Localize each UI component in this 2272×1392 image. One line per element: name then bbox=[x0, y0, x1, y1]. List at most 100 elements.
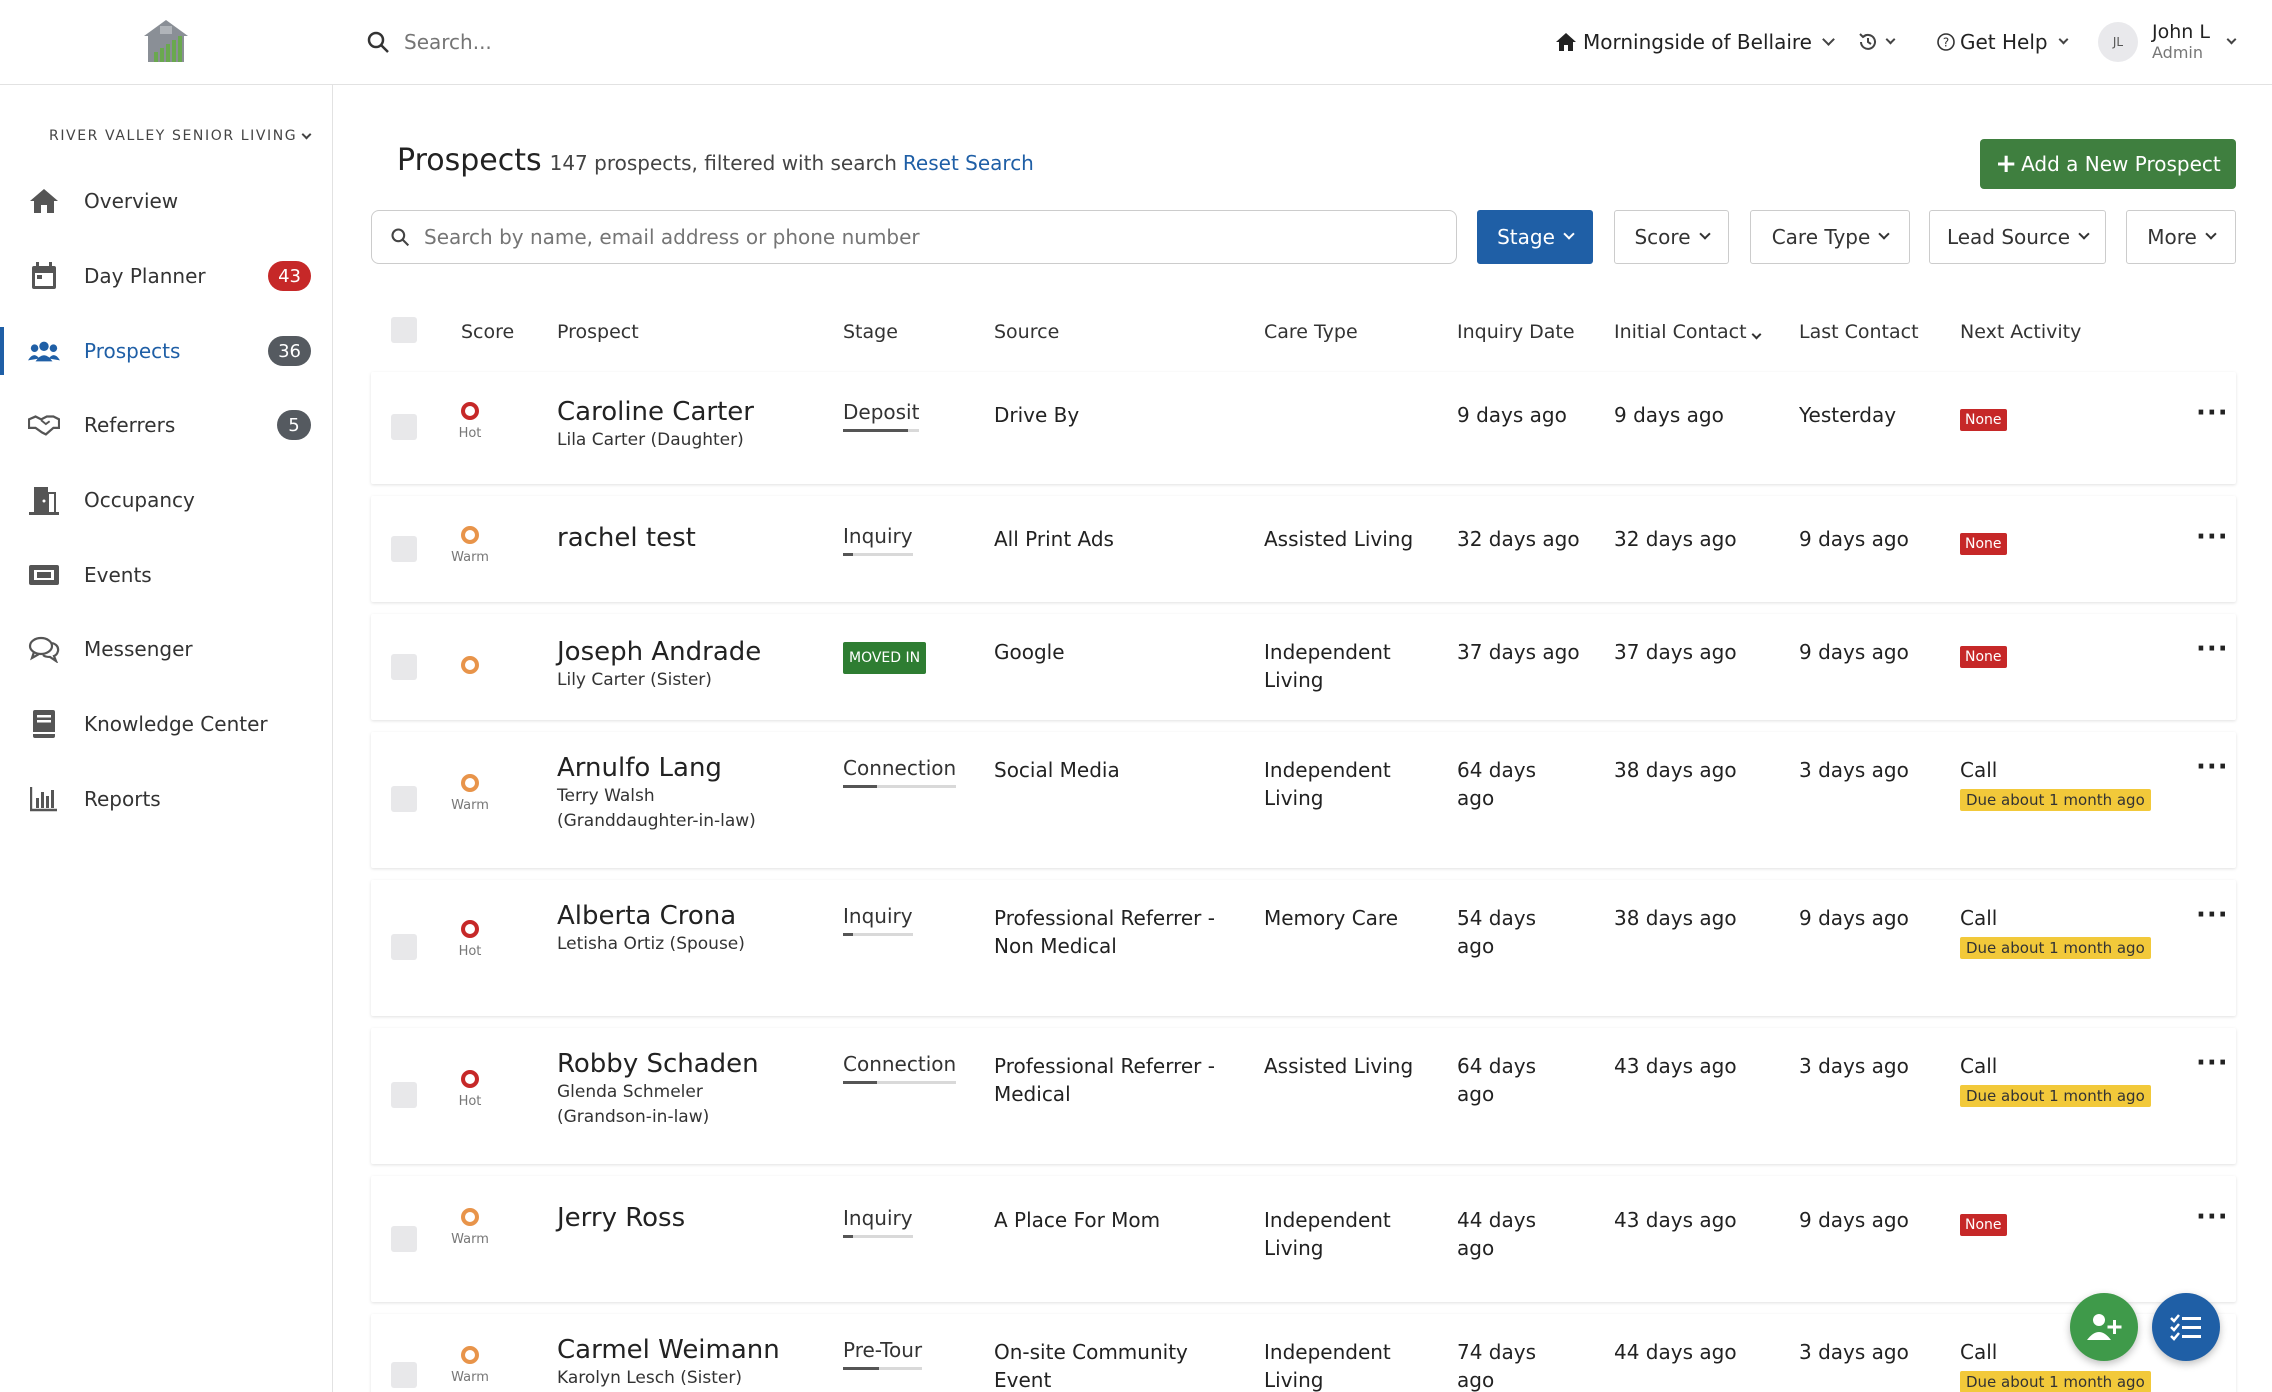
column-last-contact[interactable]: Last Contact bbox=[1799, 321, 1919, 343]
community-selector[interactable]: Morningside of Bellaire bbox=[1555, 22, 1835, 62]
prospect-cell[interactable]: rachel test bbox=[557, 522, 696, 554]
prospect-cell[interactable]: Arnulfo Lang Terry Walsh (Granddaughter-i… bbox=[557, 752, 797, 834]
column-source[interactable]: Source bbox=[994, 321, 1059, 343]
user-menu[interactable]: JL John L Admin bbox=[2098, 21, 2237, 62]
day-planner-badge: 43 bbox=[268, 261, 311, 291]
prospect-name[interactable]: Robby Schaden bbox=[557, 1048, 797, 1080]
row-checkbox[interactable] bbox=[391, 786, 417, 812]
select-all-checkbox[interactable] bbox=[391, 317, 417, 343]
prospect-search-input[interactable] bbox=[424, 225, 1404, 249]
user-plus-icon bbox=[2087, 1314, 2122, 1340]
row-checkbox[interactable] bbox=[391, 536, 417, 562]
prospect-cell[interactable]: Carmel Weimann Karolyn Lesch (Sister) bbox=[557, 1334, 780, 1391]
row-checkbox[interactable] bbox=[391, 1082, 417, 1108]
stage-progress-fill bbox=[843, 785, 877, 788]
filter-more[interactable]: More bbox=[2126, 210, 2236, 264]
row-more-icon[interactable]: ··· bbox=[2196, 634, 2229, 664]
get-help-menu[interactable]: ? Get Help bbox=[1936, 22, 2069, 62]
add-prospect-button[interactable]: + Add a New Prospect bbox=[1980, 139, 2236, 189]
inquiry-date-cell: 64 days ago bbox=[1457, 758, 1537, 810]
row-checkbox[interactable] bbox=[391, 414, 417, 440]
stage-progress-fill bbox=[843, 1367, 879, 1370]
table-row[interactable]: Warm rachel test Inquiry All Print Ads A… bbox=[371, 496, 2236, 602]
table-row[interactable]: Hot Robby Schaden Glenda Schmeler (Grands… bbox=[371, 1028, 2236, 1164]
sidebar-item-label: Prospects bbox=[84, 339, 181, 363]
prospect-name[interactable]: Jerry Ross bbox=[557, 1202, 685, 1234]
prospect-cell[interactable]: Joseph Andrade Lily Carter (Sister) bbox=[557, 636, 761, 693]
column-initial-contact[interactable]: Initial Contact bbox=[1614, 321, 1761, 343]
column-prospect[interactable]: Prospect bbox=[557, 321, 639, 343]
prospect-cell[interactable]: Jerry Ross bbox=[557, 1202, 685, 1234]
row-more-icon[interactable]: ··· bbox=[2196, 1202, 2229, 1232]
sidebar-item-messenger[interactable]: Messenger bbox=[0, 619, 333, 679]
column-next-activity[interactable]: Next Activity bbox=[1960, 321, 2081, 343]
org-selector[interactable]: RIVER VALLEY SENIOR LIVING bbox=[49, 128, 312, 144]
column-stage[interactable]: Stage bbox=[843, 321, 898, 343]
last-contact-cell: 3 days ago bbox=[1799, 1340, 1909, 1364]
filter-care-type[interactable]: Care Type bbox=[1750, 210, 1910, 264]
due-badge: Due about 1 month ago bbox=[1960, 937, 2151, 959]
table-row[interactable]: Joseph Andrade Lily Carter (Sister) MOVED… bbox=[371, 614, 2236, 720]
row-more-icon[interactable]: ··· bbox=[2196, 752, 2229, 782]
reset-search-link[interactable]: Reset Search bbox=[903, 151, 1034, 175]
prospect-name[interactable]: Joseph Andrade bbox=[557, 636, 761, 668]
care-type-cell: Assisted Living bbox=[1264, 527, 1414, 551]
row-checkbox[interactable] bbox=[391, 1226, 417, 1252]
prospect-name[interactable]: Carmel Weimann bbox=[557, 1334, 780, 1366]
row-more-icon[interactable]: ··· bbox=[2196, 1048, 2229, 1078]
prospect-name[interactable]: rachel test bbox=[557, 522, 696, 554]
sidebar-item-referrers[interactable]: Referrers 5 bbox=[0, 395, 333, 455]
row-more-icon[interactable]: ··· bbox=[2196, 398, 2229, 428]
score-circle-icon bbox=[461, 656, 479, 674]
prospect-name[interactable]: Caroline Carter bbox=[557, 396, 754, 428]
sidebar-item-reports[interactable]: Reports bbox=[0, 769, 333, 829]
prospect-cell[interactable]: Alberta Crona Letisha Ortiz (Spouse) bbox=[557, 900, 797, 957]
logo-icon[interactable] bbox=[140, 18, 192, 66]
score-indicator: Warm bbox=[445, 526, 495, 565]
row-more-icon[interactable]: ··· bbox=[2196, 900, 2229, 930]
stage-indicator: Inquiry bbox=[843, 902, 913, 936]
sidebar-item-day-planner[interactable]: Day Planner 43 bbox=[0, 246, 333, 306]
top-bar: Morningside of Bellaire ? Get Help JL Jo… bbox=[0, 0, 2272, 85]
prospect-cell[interactable]: Caroline Carter Lila Carter (Daughter) bbox=[557, 396, 754, 453]
column-score[interactable]: Score bbox=[461, 321, 514, 343]
column-inquiry-date[interactable]: Inquiry Date bbox=[1457, 321, 1575, 343]
table-row[interactable]: Warm Arnulfo Lang Terry Walsh (Granddaugh… bbox=[371, 732, 2236, 868]
sidebar-item-knowledge-center[interactable]: Knowledge Center bbox=[0, 694, 333, 754]
add-contact-fab[interactable] bbox=[2070, 1293, 2138, 1361]
referrers-badge: 5 bbox=[277, 410, 311, 440]
prospect-name[interactable]: Arnulfo Lang bbox=[557, 752, 797, 784]
score-label: Warm bbox=[451, 1370, 489, 1385]
table-row[interactable]: Warm Jerry Ross Inquiry A Place For Mom … bbox=[371, 1176, 2236, 1302]
filter-lead-source[interactable]: Lead Source bbox=[1929, 210, 2106, 264]
prospect-search bbox=[371, 210, 1457, 264]
column-care-type[interactable]: Care Type bbox=[1264, 321, 1358, 343]
table-row[interactable]: Hot Alberta Crona Letisha Ortiz (Spouse) … bbox=[371, 880, 2236, 1016]
history-menu[interactable] bbox=[1857, 22, 1896, 62]
sidebar-item-events[interactable]: Events bbox=[0, 545, 333, 605]
global-search-input[interactable] bbox=[404, 30, 764, 54]
table-row[interactable]: Warm Carmel Weimann Karolyn Lesch (Sister… bbox=[371, 1314, 2236, 1392]
sidebar-item-overview[interactable]: Overview bbox=[0, 171, 333, 231]
row-checkbox[interactable] bbox=[391, 1362, 417, 1388]
inquiry-date-cell: 64 days ago bbox=[1457, 1054, 1537, 1106]
community-name: Morningside of Bellaire bbox=[1583, 30, 1812, 54]
sidebar-item-occupancy[interactable]: Occupancy bbox=[0, 470, 333, 530]
initial-contact-cell: 43 days ago bbox=[1614, 1054, 1737, 1078]
sidebar-item-prospects[interactable]: Prospects 36 bbox=[0, 321, 333, 381]
row-checkbox[interactable] bbox=[391, 934, 417, 960]
row-checkbox[interactable] bbox=[391, 654, 417, 680]
last-contact-cell: 9 days ago bbox=[1799, 527, 1909, 551]
row-more-icon[interactable]: ··· bbox=[2196, 522, 2229, 552]
filter-stage[interactable]: Stage bbox=[1477, 210, 1593, 264]
filter-score[interactable]: Score bbox=[1614, 210, 1729, 264]
last-contact-cell: 9 days ago bbox=[1799, 640, 1909, 664]
prospect-name[interactable]: Alberta Crona bbox=[557, 900, 797, 932]
next-activity-cell: None bbox=[1960, 640, 2007, 668]
stage-progress bbox=[843, 933, 913, 936]
table-row[interactable]: Hot Caroline Carter Lila Carter (Daughter… bbox=[371, 372, 2236, 484]
prospects-badge: 36 bbox=[268, 336, 311, 366]
prospect-cell[interactable]: Robby Schaden Glenda Schmeler (Grandson-i… bbox=[557, 1048, 797, 1130]
source-cell: Professional Referrer - Medical bbox=[994, 1054, 1215, 1106]
task-list-fab[interactable] bbox=[2152, 1293, 2220, 1361]
